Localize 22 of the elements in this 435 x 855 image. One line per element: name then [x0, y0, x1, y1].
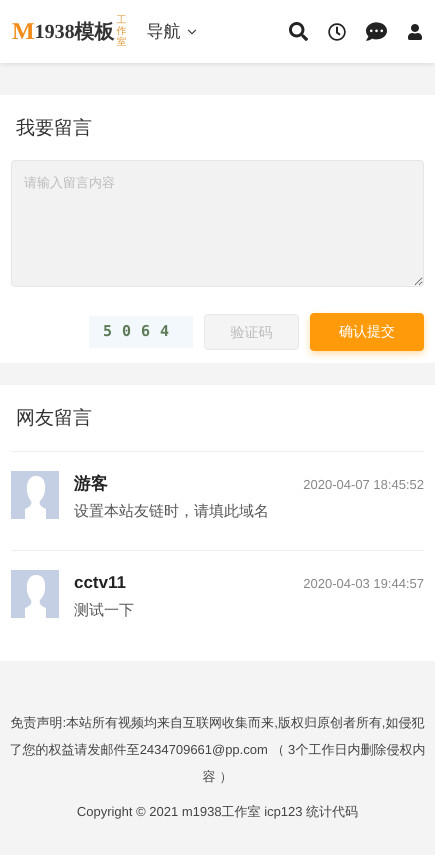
logo-text: 1938模板 [34, 20, 115, 44]
logo-studio: 工作室 [116, 15, 127, 48]
search-icon[interactable] [289, 22, 308, 41]
section-title: 网友留言 [15, 406, 93, 430]
section-title: 我要留言 [15, 117, 93, 141]
comment-text: 设置本站友链时，请填此域名 [74, 502, 270, 522]
chat-icon[interactable] [366, 21, 387, 42]
comment-author: cctv11 [74, 572, 126, 594]
logo-letter: M [12, 18, 35, 46]
avatar-icon [11, 570, 59, 618]
comment-text: 测试一下 [74, 600, 135, 620]
captcha-field[interactable]: 验证码 [204, 314, 299, 350]
comment-author: 游客 [74, 473, 108, 495]
comment-time: 2020-04-03 19:44:57 [303, 575, 424, 593]
disclaimer-text: 免责声明:本站所有视频均来自互联网收集而来,版权归原创者所有,如侵犯了您的权益请发邮件至2434709661@pp.com （ 3个工作日内删除侵权内容 ） [8, 714, 426, 786]
comment-time: 2020-04-07 18:45:52 [303, 476, 424, 494]
captcha-image[interactable]: 5064 [89, 316, 193, 348]
copyright-text: Copyright © 2021 m1938工作室 icp123 统计代码 [76, 803, 360, 821]
clock-icon[interactable] [328, 22, 346, 40]
user-icon[interactable] [407, 24, 423, 40]
nav-dropdown[interactable]: 导航 [146, 18, 199, 44]
avatar-icon [11, 471, 59, 519]
